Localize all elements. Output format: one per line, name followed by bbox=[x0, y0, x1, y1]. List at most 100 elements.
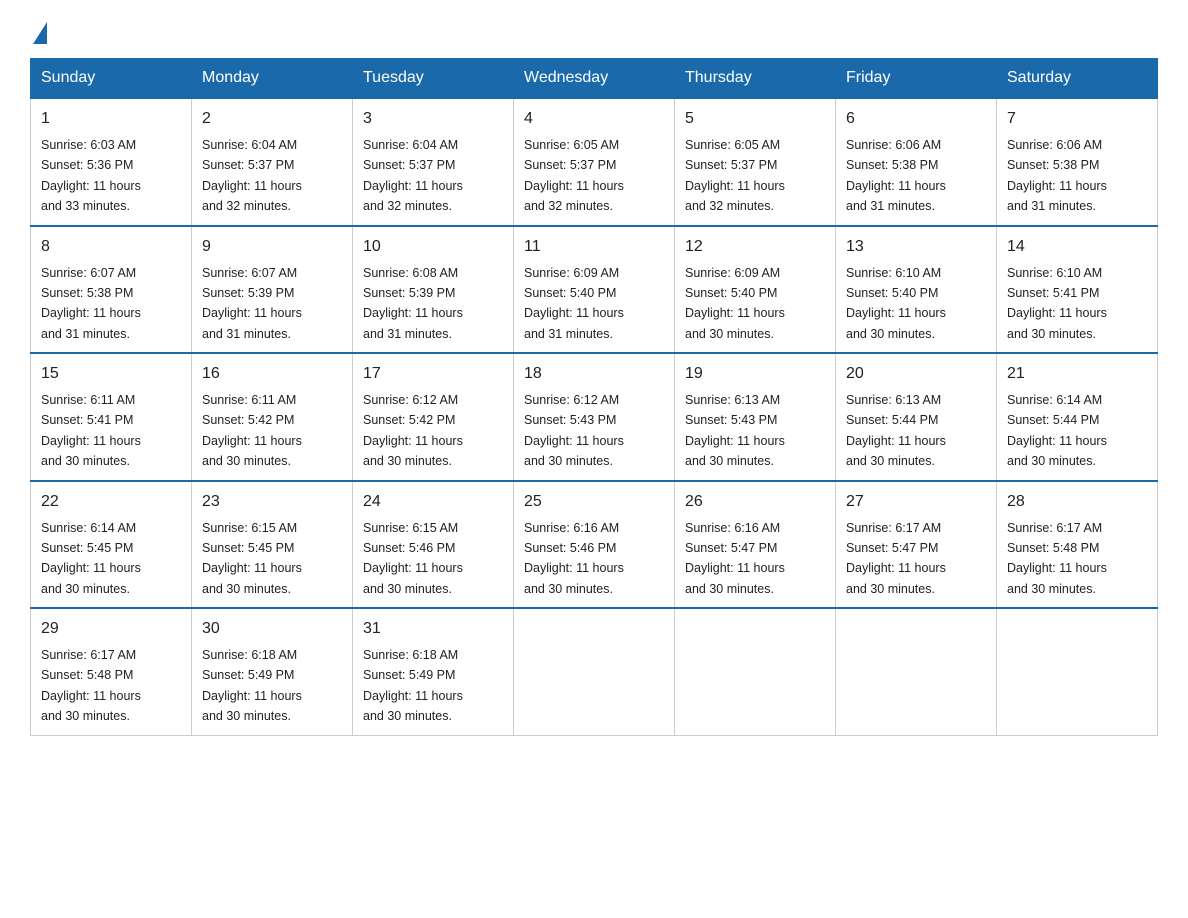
day-number: 5 bbox=[685, 107, 825, 131]
day-number: 3 bbox=[363, 107, 503, 131]
calendar-cell: 14 Sunrise: 6:10 AMSunset: 5:41 PMDayligh… bbox=[997, 226, 1158, 354]
header-monday: Monday bbox=[192, 59, 353, 99]
day-number: 24 bbox=[363, 490, 503, 514]
calendar-cell: 7Sunrise: 6:06 AMSunset: 5:38 PMDaylight… bbox=[997, 98, 1158, 226]
day-number: 17 bbox=[363, 362, 503, 386]
week-row-4: 22 Sunrise: 6:14 AMSunset: 5:45 PMDayligh… bbox=[31, 481, 1158, 609]
day-number: 6 bbox=[846, 107, 986, 131]
calendar-cell: 18 Sunrise: 6:12 AMSunset: 5:43 PMDayligh… bbox=[514, 353, 675, 481]
day-info: Sunrise: 6:12 AMSunset: 5:43 PMDaylight:… bbox=[524, 393, 624, 468]
header-saturday: Saturday bbox=[997, 59, 1158, 99]
calendar-cell: 5Sunrise: 6:05 AMSunset: 5:37 PMDaylight… bbox=[675, 98, 836, 226]
calendar-cell: 30 Sunrise: 6:18 AMSunset: 5:49 PMDayligh… bbox=[192, 608, 353, 735]
day-number: 10 bbox=[363, 235, 503, 259]
week-row-1: 1 Sunrise: 6:03 AMSunset: 5:36 PMDaylight… bbox=[31, 98, 1158, 226]
day-number: 12 bbox=[685, 235, 825, 259]
day-number: 28 bbox=[1007, 490, 1147, 514]
day-number: 30 bbox=[202, 617, 342, 641]
calendar-cell: 9Sunrise: 6:07 AMSunset: 5:39 PMDaylight… bbox=[192, 226, 353, 354]
calendar-cell: 29 Sunrise: 6:17 AMSunset: 5:48 PMDayligh… bbox=[31, 608, 192, 735]
day-info: Sunrise: 6:14 AMSunset: 5:45 PMDaylight:… bbox=[41, 521, 141, 596]
calendar-cell: 16 Sunrise: 6:11 AMSunset: 5:42 PMDayligh… bbox=[192, 353, 353, 481]
week-row-3: 15Sunrise: 6:11 AMSunset: 5:41 PMDayligh… bbox=[31, 353, 1158, 481]
week-row-5: 29 Sunrise: 6:17 AMSunset: 5:48 PMDayligh… bbox=[31, 608, 1158, 735]
day-number: 11 bbox=[524, 235, 664, 259]
day-info: Sunrise: 6:18 AMSunset: 5:49 PMDaylight:… bbox=[202, 648, 302, 723]
day-info: Sunrise: 6:18 AMSunset: 5:49 PMDaylight:… bbox=[363, 648, 463, 723]
day-info: Sunrise: 6:17 AMSunset: 5:48 PMDaylight:… bbox=[41, 648, 141, 723]
calendar-cell: 15Sunrise: 6:11 AMSunset: 5:41 PMDayligh… bbox=[31, 353, 192, 481]
day-info: Sunrise: 6:07 AMSunset: 5:39 PMDaylight:… bbox=[202, 266, 302, 341]
logo-top bbox=[30, 20, 47, 44]
calendar-cell: 1 Sunrise: 6:03 AMSunset: 5:36 PMDaylight… bbox=[31, 98, 192, 226]
day-number: 20 bbox=[846, 362, 986, 386]
day-number: 13 bbox=[846, 235, 986, 259]
day-info: Sunrise: 6:16 AMSunset: 5:47 PMDaylight:… bbox=[685, 521, 785, 596]
day-number: 2 bbox=[202, 107, 342, 131]
day-number: 22 bbox=[41, 490, 181, 514]
day-info: Sunrise: 6:10 AMSunset: 5:40 PMDaylight:… bbox=[846, 266, 946, 341]
calendar-cell: 17 Sunrise: 6:12 AMSunset: 5:42 PMDayligh… bbox=[353, 353, 514, 481]
calendar-cell: 19Sunrise: 6:13 AMSunset: 5:43 PMDayligh… bbox=[675, 353, 836, 481]
calendar-cell: 13 Sunrise: 6:10 AMSunset: 5:40 PMDayligh… bbox=[836, 226, 997, 354]
day-number: 21 bbox=[1007, 362, 1147, 386]
calendar-cell: 21 Sunrise: 6:14 AMSunset: 5:44 PMDayligh… bbox=[997, 353, 1158, 481]
header-tuesday: Tuesday bbox=[353, 59, 514, 99]
day-info: Sunrise: 6:06 AMSunset: 5:38 PMDaylight:… bbox=[846, 138, 946, 213]
logo bbox=[30, 20, 47, 40]
calendar-cell: 2Sunrise: 6:04 AMSunset: 5:37 PMDaylight… bbox=[192, 98, 353, 226]
day-info: Sunrise: 6:17 AMSunset: 5:48 PMDaylight:… bbox=[1007, 521, 1107, 596]
day-info: Sunrise: 6:09 AMSunset: 5:40 PMDaylight:… bbox=[685, 266, 785, 341]
day-info: Sunrise: 6:13 AMSunset: 5:43 PMDaylight:… bbox=[685, 393, 785, 468]
day-info: Sunrise: 6:12 AMSunset: 5:42 PMDaylight:… bbox=[363, 393, 463, 468]
calendar-cell bbox=[514, 608, 675, 735]
day-info: Sunrise: 6:13 AMSunset: 5:44 PMDaylight:… bbox=[846, 393, 946, 468]
header-friday: Friday bbox=[836, 59, 997, 99]
day-info: Sunrise: 6:08 AMSunset: 5:39 PMDaylight:… bbox=[363, 266, 463, 341]
day-info: Sunrise: 6:15 AMSunset: 5:45 PMDaylight:… bbox=[202, 521, 302, 596]
day-number: 16 bbox=[202, 362, 342, 386]
calendar-cell: 27Sunrise: 6:17 AMSunset: 5:47 PMDayligh… bbox=[836, 481, 997, 609]
calendar-cell bbox=[675, 608, 836, 735]
calendar-cell: 22 Sunrise: 6:14 AMSunset: 5:45 PMDayligh… bbox=[31, 481, 192, 609]
header-wednesday: Wednesday bbox=[514, 59, 675, 99]
calendar-cell: 20 Sunrise: 6:13 AMSunset: 5:44 PMDayligh… bbox=[836, 353, 997, 481]
day-info: Sunrise: 6:09 AMSunset: 5:40 PMDaylight:… bbox=[524, 266, 624, 341]
day-info: Sunrise: 6:11 AMSunset: 5:42 PMDaylight:… bbox=[202, 393, 302, 468]
day-info: Sunrise: 6:04 AMSunset: 5:37 PMDaylight:… bbox=[363, 138, 463, 213]
calendar-cell: 6 Sunrise: 6:06 AMSunset: 5:38 PMDaylight… bbox=[836, 98, 997, 226]
day-number: 18 bbox=[524, 362, 664, 386]
calendar-cell: 28 Sunrise: 6:17 AMSunset: 5:48 PMDayligh… bbox=[997, 481, 1158, 609]
day-number: 8 bbox=[41, 235, 181, 259]
day-info: Sunrise: 6:05 AMSunset: 5:37 PMDaylight:… bbox=[524, 138, 624, 213]
calendar-cell: 4 Sunrise: 6:05 AMSunset: 5:37 PMDaylight… bbox=[514, 98, 675, 226]
calendar-cell bbox=[836, 608, 997, 735]
page-header bbox=[30, 20, 1158, 40]
day-number: 1 bbox=[41, 107, 181, 131]
day-number: 29 bbox=[41, 617, 181, 641]
day-number: 4 bbox=[524, 107, 664, 131]
day-info: Sunrise: 6:11 AMSunset: 5:41 PMDaylight:… bbox=[41, 393, 141, 468]
day-info: Sunrise: 6:15 AMSunset: 5:46 PMDaylight:… bbox=[363, 521, 463, 596]
calendar-cell: 3 Sunrise: 6:04 AMSunset: 5:37 PMDaylight… bbox=[353, 98, 514, 226]
day-number: 25 bbox=[524, 490, 664, 514]
day-info: Sunrise: 6:06 AMSunset: 5:38 PMDaylight:… bbox=[1007, 138, 1107, 213]
day-info: Sunrise: 6:07 AMSunset: 5:38 PMDaylight:… bbox=[41, 266, 141, 341]
day-info: Sunrise: 6:03 AMSunset: 5:36 PMDaylight:… bbox=[41, 138, 141, 213]
day-info: Sunrise: 6:10 AMSunset: 5:41 PMDaylight:… bbox=[1007, 266, 1107, 341]
day-number: 26 bbox=[685, 490, 825, 514]
day-info: Sunrise: 6:14 AMSunset: 5:44 PMDaylight:… bbox=[1007, 393, 1107, 468]
calendar-cell bbox=[997, 608, 1158, 735]
calendar-cell: 12 Sunrise: 6:09 AMSunset: 5:40 PMDayligh… bbox=[675, 226, 836, 354]
day-number: 31 bbox=[363, 617, 503, 641]
day-number: 23 bbox=[202, 490, 342, 514]
day-number: 14 bbox=[1007, 235, 1147, 259]
calendar-cell: 24 Sunrise: 6:15 AMSunset: 5:46 PMDayligh… bbox=[353, 481, 514, 609]
calendar-table: SundayMondayTuesdayWednesdayThursdayFrid… bbox=[30, 58, 1158, 736]
calendar-cell: 31 Sunrise: 6:18 AMSunset: 5:49 PMDayligh… bbox=[353, 608, 514, 735]
calendar-cell: 25 Sunrise: 6:16 AMSunset: 5:46 PMDayligh… bbox=[514, 481, 675, 609]
day-info: Sunrise: 6:16 AMSunset: 5:46 PMDaylight:… bbox=[524, 521, 624, 596]
calendar-cell: 23 Sunrise: 6:15 AMSunset: 5:45 PMDayligh… bbox=[192, 481, 353, 609]
calendar-cell: 11 Sunrise: 6:09 AMSunset: 5:40 PMDayligh… bbox=[514, 226, 675, 354]
calendar-cell: 26 Sunrise: 6:16 AMSunset: 5:47 PMDayligh… bbox=[675, 481, 836, 609]
